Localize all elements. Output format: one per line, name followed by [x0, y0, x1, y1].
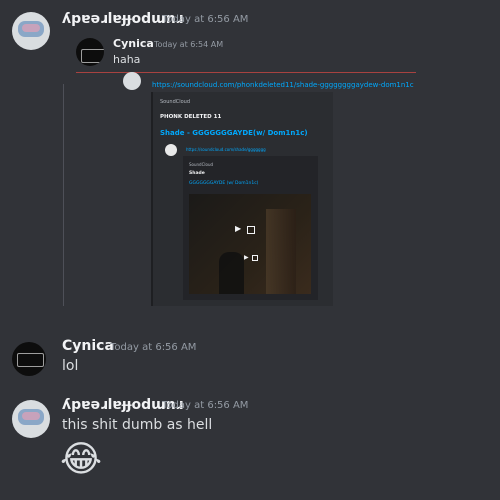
message-text: this shit dumb as hell	[62, 417, 213, 433]
crying-laughing-emoji: 😂	[60, 439, 103, 480]
reply-author[interactable]: Cynica	[113, 37, 154, 50]
track-artwork[interactable]: ▶ ▶	[189, 194, 311, 294]
inner-title[interactable]: GGGGGGGAYDE (w/ Dom1n1c)	[189, 181, 258, 186]
message-timestamp: Today at 6:56 AM	[162, 14, 249, 25]
embed-link[interactable]: https://soundcloud.com/phonkdeleted11/sh…	[152, 81, 414, 89]
reply-timestamp: Today at 6:54 AM	[154, 40, 224, 49]
link-embed: SoundCloud PHONK DELETED 11 Shade - GGGG…	[151, 92, 333, 306]
external-link-icon-small[interactable]	[252, 255, 258, 261]
reply-avatar[interactable]	[76, 38, 104, 66]
play-icon[interactable]: ▶	[235, 224, 241, 233]
message-timestamp: Today at 6:56 AM	[162, 400, 249, 411]
reply-text: haha	[113, 53, 141, 66]
user-avatar[interactable]	[12, 12, 50, 50]
user-avatar[interactable]	[12, 342, 46, 376]
user-avatar[interactable]	[12, 400, 50, 438]
inner-avatar	[165, 144, 177, 156]
inner-author: Shade	[189, 171, 205, 176]
play-icon-small[interactable]: ▶	[244, 254, 249, 261]
thread-line	[63, 84, 64, 306]
embed-title[interactable]: Shade - GGGGGGGAYDE(w/ Dom1n1c)	[160, 129, 308, 137]
inner-embed: SoundCloud Shade GGGGGGGAYDE (w/ Dom1n1c…	[183, 156, 318, 300]
external-link-icon[interactable]	[247, 226, 255, 234]
embed-author: PHONK DELETED 11	[160, 114, 222, 120]
message-author[interactable]: Cynica	[62, 338, 114, 354]
nested-avatar	[123, 72, 141, 90]
message-timestamp: Today at 6:56 AM	[110, 342, 197, 353]
inner-link[interactable]: https://soundcloud.com/shade/ggggggg	[186, 147, 266, 152]
embed-provider: SoundCloud	[160, 99, 191, 105]
message-text: lol	[62, 358, 79, 374]
inner-provider: SoundCloud	[189, 162, 214, 167]
